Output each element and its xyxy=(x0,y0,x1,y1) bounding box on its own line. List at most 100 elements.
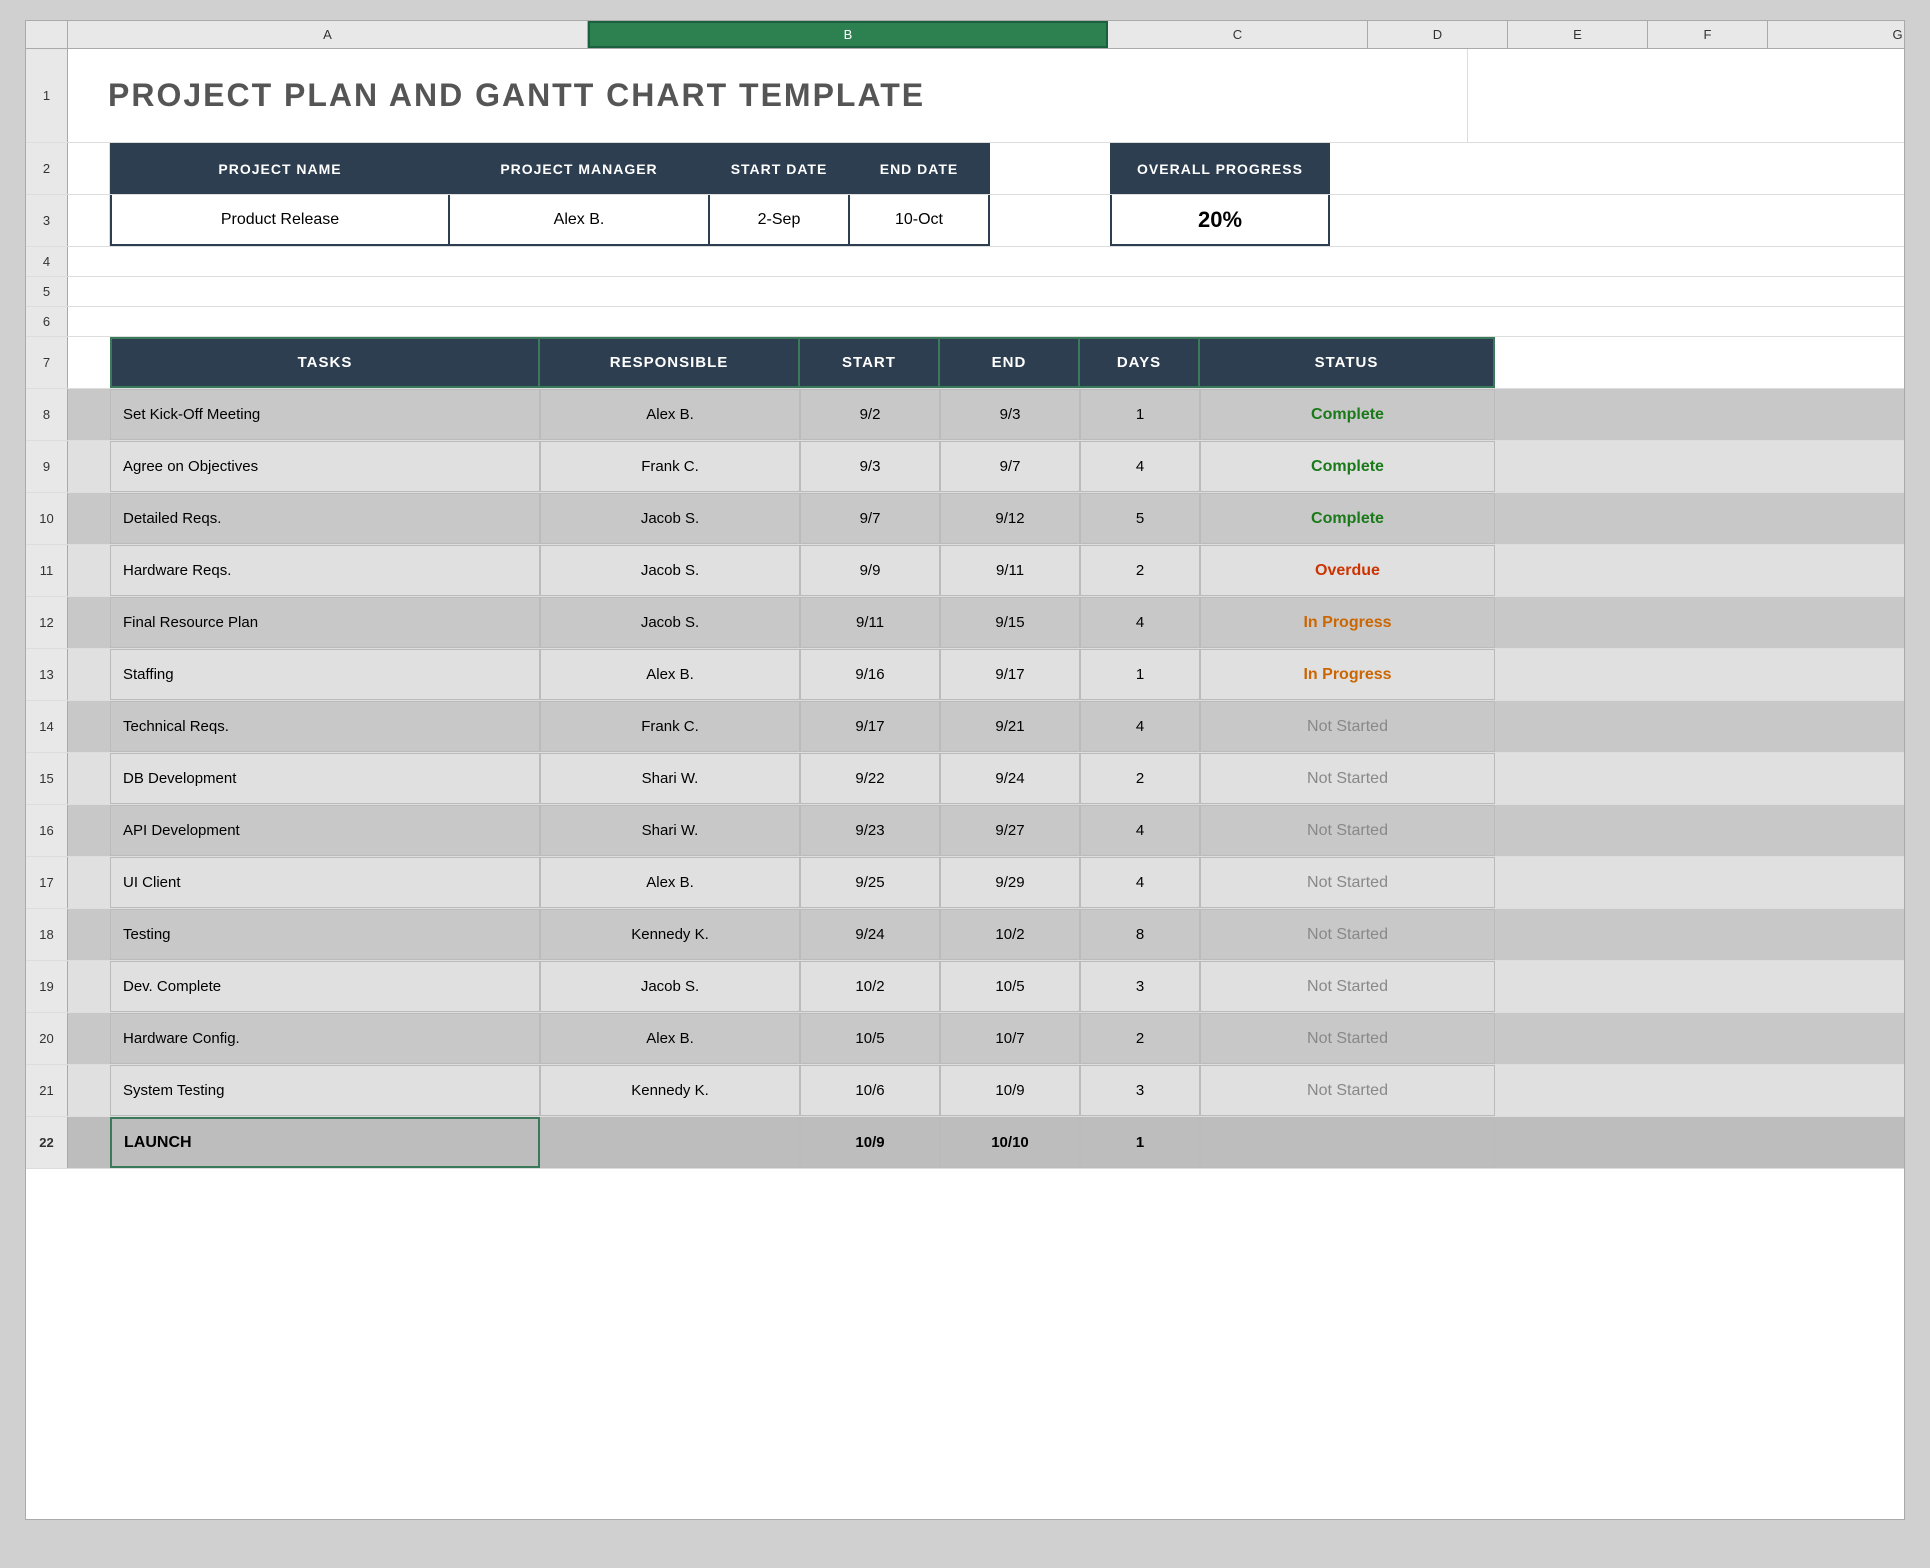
page-title: PROJECT PLAN AND GANTT CHART TEMPLATE xyxy=(88,59,945,132)
row-11: 11 Hardware Reqs. Jacob S. 9/9 9/11 2 Ov… xyxy=(26,545,1904,597)
days-6: 4 xyxy=(1080,701,1200,752)
gantt-header-end: END xyxy=(940,337,1080,388)
days-9: 4 xyxy=(1080,857,1200,908)
days-2: 5 xyxy=(1080,493,1200,544)
start-12: 10/5 xyxy=(800,1013,940,1064)
row-num-5: 5 xyxy=(26,277,68,306)
end-11: 10/5 xyxy=(940,961,1080,1012)
value-start-date: 2-Sep xyxy=(710,195,850,246)
days-14: 1 xyxy=(1080,1117,1200,1168)
value-project-name: Product Release xyxy=(110,195,450,246)
row-num-13: 13 xyxy=(26,649,68,700)
days-3: 2 xyxy=(1080,545,1200,596)
row-15-content: DB Development Shari W. 9/22 9/24 2 Not … xyxy=(68,753,1904,804)
end-0: 9/3 xyxy=(940,389,1080,440)
responsible-8: Shari W. xyxy=(540,805,800,856)
row-13: 13 Staffing Alex B. 9/16 9/17 1 In Progr… xyxy=(26,649,1904,701)
start-4: 9/11 xyxy=(800,597,940,648)
days-7: 2 xyxy=(1080,753,1200,804)
row-20: 20 Hardware Config. Alex B. 10/5 10/7 2 … xyxy=(26,1013,1904,1065)
row3-cola xyxy=(68,195,110,246)
row-num-6: 6 xyxy=(26,307,68,336)
row-3: 3 Product Release Alex B. 2-Sep 10-Oct 2… xyxy=(26,195,1904,247)
row-5-content xyxy=(68,277,1904,306)
row-15: 15 DB Development Shari W. 9/22 9/24 2 N… xyxy=(26,753,1904,805)
end-6: 9/21 xyxy=(940,701,1080,752)
col-header-d: D xyxy=(1368,21,1508,48)
row-num-15: 15 xyxy=(26,753,68,804)
value-project-manager: Alex B. xyxy=(450,195,710,246)
row-num-8: 8 xyxy=(26,389,68,440)
row-num-18: 18 xyxy=(26,909,68,960)
row-12: 12 Final Resource Plan Jacob S. 9/11 9/1… xyxy=(26,597,1904,649)
row-9-content: Agree on Objectives Frank C. 9/3 9/7 4 C… xyxy=(68,441,1904,492)
row-2: 2 PROJECT NAME PROJECT MANAGER START DAT… xyxy=(26,143,1904,195)
row-18-content: Testing Kennedy K. 9/24 10/2 8 Not Start… xyxy=(68,909,1904,960)
row-1: 1 PROJECT PLAN AND GANTT CHART TEMPLATE xyxy=(26,49,1904,143)
start-3: 9/9 xyxy=(800,545,940,596)
row-8-content: Set Kick-Off Meeting Alex B. 9/2 9/3 1 C… xyxy=(68,389,1904,440)
row-7: 7 TASKS RESPONSIBLE START END DAYS STATU… xyxy=(26,337,1904,389)
task-0: Set Kick-Off Meeting xyxy=(110,389,540,440)
days-4: 4 xyxy=(1080,597,1200,648)
row-13-content: Staffing Alex B. 9/16 9/17 1 In Progress xyxy=(68,649,1904,700)
days-12: 2 xyxy=(1080,1013,1200,1064)
end-12: 10/7 xyxy=(940,1013,1080,1064)
start-14: 10/9 xyxy=(800,1117,940,1168)
task-8: API Development xyxy=(110,805,540,856)
gantt-header-status: STATUS xyxy=(1200,337,1495,388)
responsible-12: Alex B. xyxy=(540,1013,800,1064)
task-11: Dev. Complete xyxy=(110,961,540,1012)
row-3-content: Product Release Alex B. 2-Sep 10-Oct 20% xyxy=(68,195,1904,246)
row-7-content: TASKS RESPONSIBLE START END DAYS STATUS xyxy=(68,337,1904,388)
header-overall-progress: OVERALL PROGRESS xyxy=(1110,143,1330,194)
header-start-date: START DATE xyxy=(710,143,850,194)
responsible-4: Jacob S. xyxy=(540,597,800,648)
status-9: Not Started xyxy=(1200,857,1495,908)
row-5: 5 xyxy=(26,277,1904,307)
col-header-c: C xyxy=(1108,21,1368,48)
end-5: 9/17 xyxy=(940,649,1080,700)
header-project-manager: PROJECT MANAGER xyxy=(450,143,710,194)
days-13: 3 xyxy=(1080,1065,1200,1116)
start-6: 9/17 xyxy=(800,701,940,752)
rows-area: 1 PROJECT PLAN AND GANTT CHART TEMPLATE … xyxy=(26,49,1904,1169)
end-13: 10/9 xyxy=(940,1065,1080,1116)
end-2: 9/12 xyxy=(940,493,1080,544)
start-5: 9/16 xyxy=(800,649,940,700)
row3-gap xyxy=(990,195,1110,246)
row-21-content: System Testing Kennedy K. 10/6 10/9 3 No… xyxy=(68,1065,1904,1116)
task-5: Staffing xyxy=(110,649,540,700)
responsible-6: Frank C. xyxy=(540,701,800,752)
end-3: 9/11 xyxy=(940,545,1080,596)
end-8: 9/27 xyxy=(940,805,1080,856)
task-1: Agree on Objectives xyxy=(110,441,540,492)
row-14: 14 Technical Reqs. Frank C. 9/17 9/21 4 … xyxy=(26,701,1904,753)
row-22-content: LAUNCH 10/9 10/10 1 xyxy=(68,1117,1904,1168)
task-3: Hardware Reqs. xyxy=(110,545,540,596)
start-2: 9/7 xyxy=(800,493,940,544)
task-10: Testing xyxy=(110,909,540,960)
task-13: System Testing xyxy=(110,1065,540,1116)
row-19: 19 Dev. Complete Jacob S. 10/2 10/5 3 No… xyxy=(26,961,1904,1013)
days-11: 3 xyxy=(1080,961,1200,1012)
task-12: Hardware Config. xyxy=(110,1013,540,1064)
task-9: UI Client xyxy=(110,857,540,908)
row-21: 21 System Testing Kennedy K. 10/6 10/9 3… xyxy=(26,1065,1904,1117)
responsible-14 xyxy=(540,1117,800,1168)
row-22: 22 LAUNCH 10/9 10/10 1 xyxy=(26,1117,1904,1169)
value-end-date: 10-Oct xyxy=(850,195,990,246)
responsible-3: Jacob S. xyxy=(540,545,800,596)
row-num-21: 21 xyxy=(26,1065,68,1116)
row-6: 6 xyxy=(26,307,1904,337)
row-10: 10 Detailed Reqs. Jacob S. 9/7 9/12 5 Co… xyxy=(26,493,1904,545)
status-1: Complete xyxy=(1200,441,1495,492)
end-7: 9/24 xyxy=(940,753,1080,804)
task-6: Technical Reqs. xyxy=(110,701,540,752)
start-1: 9/3 xyxy=(800,441,940,492)
row-4: 4 xyxy=(26,247,1904,277)
row-4-content xyxy=(68,247,1904,276)
days-8: 4 xyxy=(1080,805,1200,856)
row7-cola xyxy=(68,337,110,388)
responsible-13: Kennedy K. xyxy=(540,1065,800,1116)
